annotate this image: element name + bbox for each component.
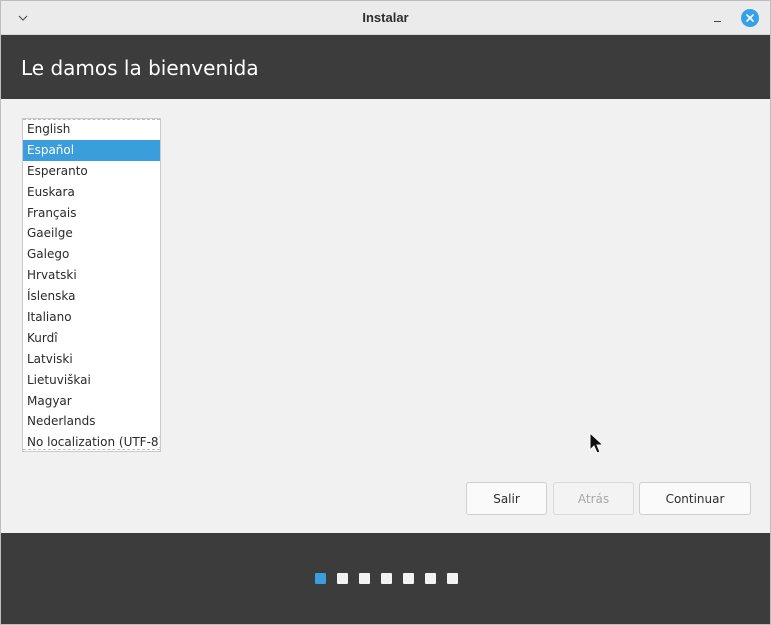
language-item[interactable]: Kurdî (23, 328, 160, 349)
close-icon[interactable] (741, 9, 759, 27)
header-banner: Le damos la bienvenida (1, 35, 770, 99)
minimize-icon[interactable] (710, 9, 726, 27)
language-item[interactable]: Íslenska (23, 286, 160, 307)
footer-progress (1, 533, 770, 624)
step-dot (425, 573, 436, 584)
window-title: Instalar (362, 10, 409, 25)
language-item[interactable]: Italiano (23, 307, 160, 328)
step-dot (381, 573, 392, 584)
step-dot (447, 573, 458, 584)
language-item[interactable]: Galego (23, 244, 160, 265)
language-item[interactable]: Nederlands (23, 411, 160, 432)
language-item[interactable]: Español (23, 139, 160, 161)
step-dot (403, 573, 414, 584)
language-item[interactable]: Français (23, 203, 160, 224)
quit-button[interactable]: Salir (466, 482, 547, 515)
page-title: Le damos la bienvenida (21, 56, 259, 80)
language-item[interactable]: Gaeilge (23, 223, 160, 244)
language-item[interactable]: No localization (UTF-8) (23, 432, 160, 451)
step-dot (315, 573, 326, 584)
language-list[interactable]: English Español Esperanto Euskara Français Ga… (22, 118, 161, 452)
main-content: English Español Esperanto Euskara Français Ga… (1, 99, 770, 533)
step-dot (359, 573, 370, 584)
continue-button[interactable]: Continuar (639, 482, 751, 515)
language-item[interactable]: Lietuviškai (23, 370, 160, 391)
language-item[interactable]: Hrvatski (23, 265, 160, 286)
step-indicator (315, 573, 458, 584)
language-item[interactable]: English (23, 119, 160, 140)
back-button[interactable]: Atrás (553, 482, 634, 515)
language-item[interactable]: Latviski (23, 349, 160, 370)
language-item[interactable]: Euskara (23, 182, 160, 203)
language-item[interactable]: Esperanto (23, 161, 160, 182)
step-dot (337, 573, 348, 584)
title-bar: Instalar (1, 1, 770, 35)
mouse-cursor-icon (589, 432, 605, 454)
language-item[interactable]: Magyar (23, 391, 160, 412)
installer-window: Instalar Le damos la bienvenida English E… (0, 0, 771, 625)
